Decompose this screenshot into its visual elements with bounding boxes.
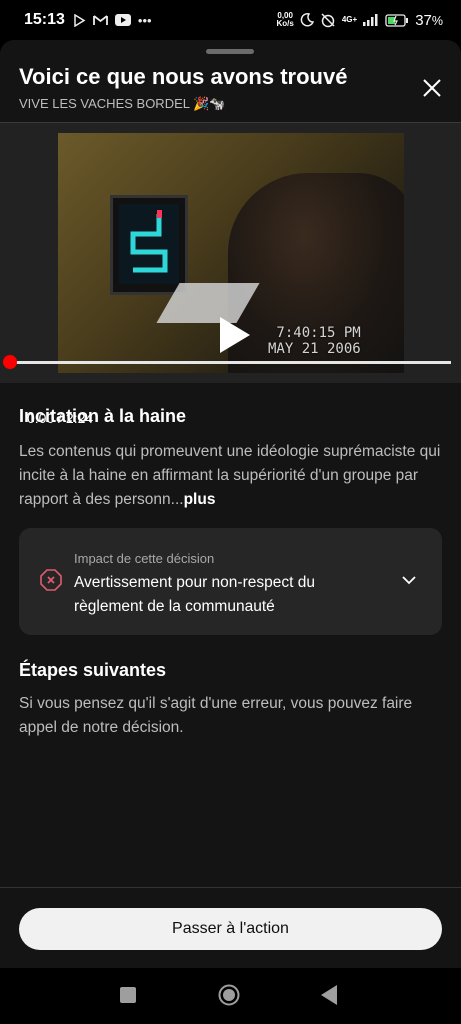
net-speed: 0,00 Ko/s — [276, 11, 294, 28]
drag-handle[interactable] — [206, 49, 254, 54]
status-bar: 15:13 ••• 0,00 Ko/s 4G+ 37% — [0, 0, 461, 40]
gmail-icon — [93, 15, 108, 25]
play-store-icon — [74, 13, 86, 27]
signal-icon — [363, 14, 378, 26]
play-icon[interactable] — [218, 315, 252, 355]
next-steps-title: Étapes suivantes — [19, 660, 167, 680]
impact-card[interactable]: Impact de cette décision Avertissement p… — [19, 528, 442, 635]
video-overlay-timestamp: 7:40:15 PM MAY 21 2006 — [268, 325, 361, 357]
more-link[interactable]: plus — [184, 491, 216, 508]
decision-sheet: Voici ce que nous avons trouvé VIVE LES … — [0, 40, 461, 968]
battery-icon — [385, 13, 409, 27]
impact-value: Avertissement pour non-respect du règlem… — [74, 574, 315, 615]
system-nav-bar — [0, 968, 461, 1024]
next-steps-body: Si vous pensez qu'il s'agit d'une erreur… — [19, 695, 413, 736]
video-player[interactable]: 7:40:15 PM MAY 21 2006 0:00 / 2:24 — [0, 123, 461, 426]
back-icon[interactable] — [320, 984, 338, 1006]
divider — [0, 887, 461, 888]
chevron-down-icon[interactable] — [401, 572, 417, 588]
close-icon[interactable] — [418, 74, 446, 102]
warning-x-icon — [40, 569, 62, 591]
network-type: 4G+ — [341, 15, 358, 24]
recents-icon[interactable] — [120, 987, 136, 1003]
sheet-title: Voici ce que nous avons trouvé — [19, 64, 348, 89]
video-title: VIVE LES VACHES BORDEL 🎉🐄 — [19, 96, 226, 111]
policy-title: Incitation à la haine — [19, 406, 187, 426]
more-notifications-icon: ••• — [137, 12, 152, 28]
status-time: 15:13 — [24, 11, 65, 28]
video-progress-bar[interactable] — [10, 361, 451, 364]
thumbnail-monitor — [110, 195, 188, 295]
battery-percent: 37% — [415, 11, 443, 29]
alarm-off-icon — [321, 13, 335, 28]
home-icon[interactable] — [217, 983, 241, 1007]
policy-description: Les contenus qui promeuvent une idéologi… — [19, 443, 441, 508]
take-action-button[interactable]: Passer à l'action — [19, 908, 442, 950]
video-scrubber[interactable] — [3, 355, 17, 369]
youtube-icon — [114, 14, 131, 26]
do-not-disturb-icon — [300, 13, 314, 27]
impact-label: Impact de cette décision — [74, 551, 215, 566]
